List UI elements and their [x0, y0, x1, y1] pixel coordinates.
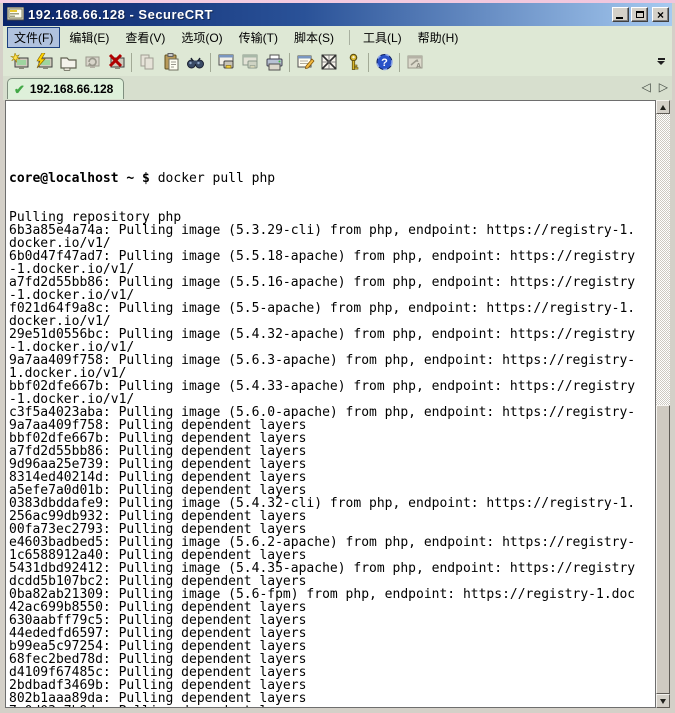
- connected-check-icon: ✔: [14, 83, 25, 96]
- terminal-screen[interactable]: core@localhost ~ $ docker pull php Pulli…: [5, 100, 656, 708]
- securecrt-window: 192.168.66.128 - SecureCRT × 文件(F) 编辑(E)…: [0, 0, 675, 713]
- tab-scroll-left-icon[interactable]: ◁: [642, 80, 651, 94]
- terminal-prompt-line: core@localhost ~ $ docker pull php: [9, 172, 655, 185]
- overflow-bar-icon: [658, 58, 665, 60]
- menu-tools[interactable]: 工具(L): [356, 27, 409, 48]
- scrollbar-up-button[interactable]: [656, 100, 670, 114]
- connect-icon[interactable]: [8, 50, 32, 74]
- arrow-up-icon: [660, 105, 666, 110]
- toolbar-separator: [131, 53, 132, 72]
- toolbar-overflow-button[interactable]: [654, 53, 668, 69]
- minimize-button[interactable]: [612, 7, 629, 22]
- resize-font-icon: A: [403, 50, 427, 74]
- window-title: 192.168.66.128 - SecureCRT: [28, 7, 612, 22]
- toolbar-separator: [289, 53, 290, 72]
- securecrt-app-icon: [7, 7, 24, 22]
- vertical-scrollbar[interactable]: [656, 100, 670, 708]
- toolbar-separator: [368, 53, 369, 72]
- menu-separator: [349, 30, 350, 45]
- chevron-down-icon: [657, 61, 665, 65]
- keymap-editor-icon[interactable]: [317, 50, 341, 74]
- tabbar: ✔ 192.168.66.128 ◁ ▷: [3, 76, 672, 100]
- menu-help[interactable]: 帮助(H): [411, 27, 466, 48]
- menu-file[interactable]: 文件(F): [7, 27, 60, 48]
- tab-scroll-right-icon[interactable]: ▷: [659, 80, 668, 94]
- menu-transfer[interactable]: 传输(T): [232, 27, 285, 48]
- disconnect-icon[interactable]: [104, 50, 128, 74]
- find-icon[interactable]: [183, 50, 207, 74]
- paste-icon[interactable]: [159, 50, 183, 74]
- copy-icon: [135, 50, 159, 74]
- svg-text:A: A: [415, 63, 420, 70]
- close-icon: ×: [657, 10, 664, 20]
- key-generator-icon[interactable]: [341, 50, 365, 74]
- printer-setup-icon[interactable]: [262, 50, 286, 74]
- terminal-content: core@localhost ~ $ docker pull php Pulli…: [6, 101, 655, 708]
- connect-in-tab-icon[interactable]: [56, 50, 80, 74]
- toolbar-separator: [399, 53, 400, 72]
- quick-connect-icon[interactable]: [32, 50, 56, 74]
- menu-options[interactable]: 选项(O): [174, 27, 229, 48]
- maximize-icon: [636, 11, 644, 18]
- print-preview-icon: [238, 50, 262, 74]
- print-icon[interactable]: [214, 50, 238, 74]
- scrollbar-thumb[interactable]: [656, 405, 670, 694]
- close-button[interactable]: ×: [652, 7, 669, 22]
- toolbar-separator: [210, 53, 211, 72]
- arrow-down-icon: [660, 699, 666, 704]
- menubar: 文件(F) 编辑(E) 查看(V) 选项(O) 传输(T) 脚本(S) 工具(L…: [3, 26, 672, 48]
- session-tab-label: 192.168.66.128: [30, 82, 113, 96]
- maximize-button[interactable]: [631, 7, 648, 22]
- help-icon[interactable]: ?: [372, 50, 396, 74]
- svg-text:?: ?: [381, 57, 388, 69]
- terminal-line: 7a0d03c7b9dc: Pulling dependent layers: [9, 705, 655, 708]
- menu-edit[interactable]: 编辑(E): [62, 27, 116, 48]
- terminal-command: docker pull php: [158, 171, 275, 186]
- toolbar: ? A: [3, 48, 672, 76]
- scrollbar-down-button[interactable]: [656, 694, 670, 708]
- session-tab[interactable]: ✔ 192.168.66.128: [7, 78, 124, 99]
- menu-script[interactable]: 脚本(S): [287, 27, 341, 48]
- reconnect-icon: [80, 50, 104, 74]
- titlebar[interactable]: 192.168.66.128 - SecureCRT ×: [3, 3, 672, 26]
- minimize-icon: [616, 17, 623, 19]
- session-options-icon[interactable]: [293, 50, 317, 74]
- terminal-prompt: core@localhost ~ $: [9, 171, 150, 186]
- menu-view[interactable]: 查看(V): [118, 27, 172, 48]
